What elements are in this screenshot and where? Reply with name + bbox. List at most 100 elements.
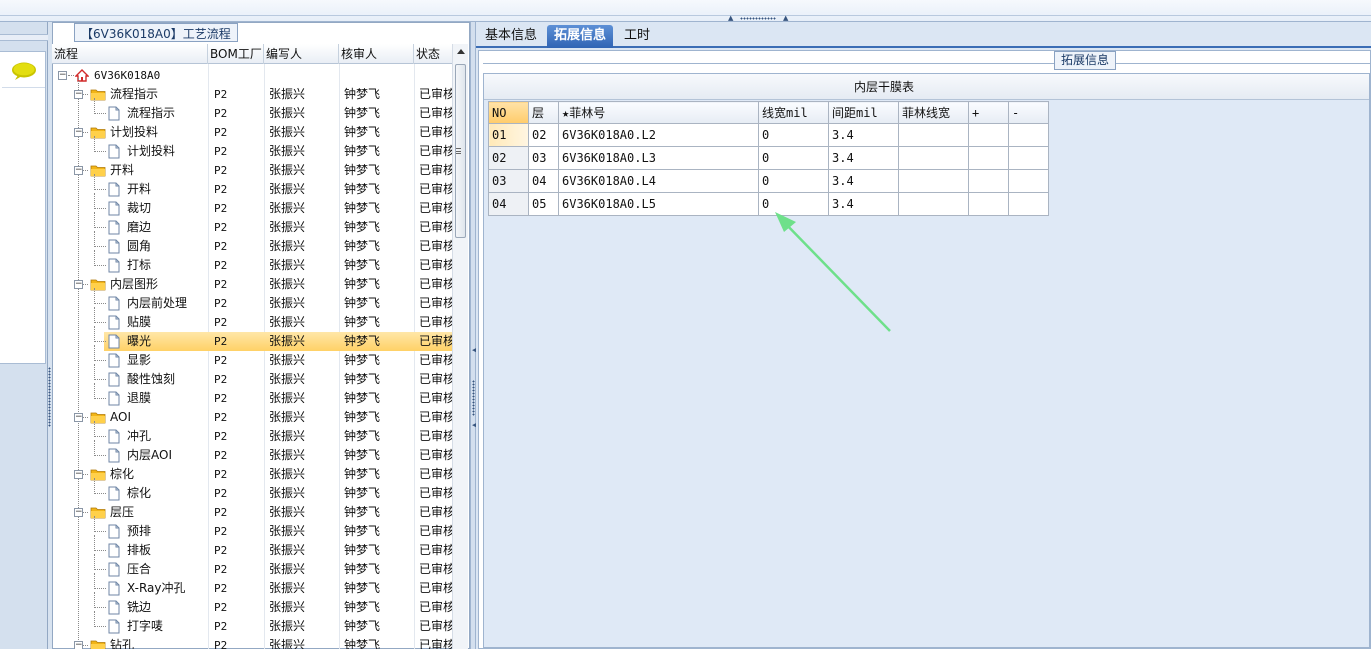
- line-width-cell[interactable]: 0: [758, 192, 829, 216]
- tree-folder-row[interactable]: − 棕化 P2 张振兴 钟梦飞 已审核: [52, 465, 452, 484]
- chat-button[interactable]: [2, 54, 45, 88]
- status-cell: 已审核: [419, 144, 452, 158]
- plus-cell[interactable]: [968, 192, 1009, 216]
- film-number-cell[interactable]: 6V36K018A0.L5: [558, 192, 759, 216]
- minus-cell[interactable]: [1008, 123, 1049, 147]
- tree-folder-row[interactable]: − 钻孔 P2 张振兴 钟梦飞 已审核: [52, 636, 452, 649]
- film-width-cell[interactable]: [898, 146, 969, 170]
- collapse-toggle-icon[interactable]: −: [74, 90, 83, 99]
- film-width-cell[interactable]: [898, 123, 969, 147]
- tree-item-row[interactable]: 排板 P2 张振兴 钟梦飞 已审核: [52, 535, 452, 560]
- tree-item-row[interactable]: X-Ray冲孔 P2 张振兴 钟梦飞 已审核: [52, 573, 452, 598]
- film-width-cell[interactable]: [898, 169, 969, 193]
- tree-item-row[interactable]: 压合 P2 张振兴 钟梦飞 已审核: [52, 554, 452, 579]
- dry-film-row[interactable]: 01 02 6V36K018A0.L2 0 3.4: [488, 123, 1049, 147]
- tree-item-row[interactable]: 棕化 P2 张振兴 钟梦飞 已审核: [52, 478, 452, 503]
- film-width-cell[interactable]: [898, 192, 969, 216]
- tree-folder-row[interactable]: − 层压 P2 张振兴 钟梦飞 已审核: [52, 503, 452, 522]
- layer-cell[interactable]: 02: [528, 123, 559, 147]
- tree-item-row[interactable]: 内层前处理 P2 张振兴 钟梦飞 已审核: [52, 288, 452, 313]
- column-header-minus[interactable]: -: [1008, 101, 1049, 124]
- dry-film-row[interactable]: 02 03 6V36K018A0.L3 0 3.4: [488, 146, 1049, 170]
- collapse-toggle-icon[interactable]: −: [58, 71, 67, 80]
- dry-film-row[interactable]: 03 04 6V36K018A0.L4 0 3.4: [488, 169, 1049, 193]
- process-tree[interactable]: −6V36K018A0− 流程指示 P2 张振兴 钟梦飞 已审核 流程指示 P2 张振兴 钟梦飞已…: [52, 64, 452, 649]
- top-splitter-grip[interactable]: ▲ ▲: [728, 15, 790, 22]
- minus-cell[interactable]: [1008, 169, 1049, 193]
- no-cell[interactable]: 03: [488, 169, 529, 193]
- tree-folder-row[interactable]: − 计划投料 P2 张振兴 钟梦飞 已审核: [52, 123, 452, 142]
- column-header-status[interactable]: 状态: [414, 44, 452, 64]
- tree-item-row[interactable]: 打标 P2 张振兴 钟梦飞 已审核: [52, 250, 452, 275]
- column-header-film-no[interactable]: ★菲林号: [558, 101, 759, 124]
- column-header-layer[interactable]: 层: [528, 101, 559, 124]
- column-header-no[interactable]: NO: [488, 101, 529, 124]
- tree-item-row[interactable]: 预排 P2 张振兴 钟梦飞 已审核: [52, 516, 452, 541]
- no-cell[interactable]: 02: [488, 146, 529, 170]
- plus-cell[interactable]: [968, 123, 1009, 147]
- tree-item-row[interactable]: 裁切 P2 张振兴 钟梦飞 已审核: [52, 193, 452, 218]
- collapse-toggle-icon[interactable]: −: [74, 128, 83, 137]
- minus-cell[interactable]: [1008, 146, 1049, 170]
- tree-folder-row[interactable]: − AOI P2 张振兴 钟梦飞 已审核: [52, 408, 452, 427]
- tree-item-row[interactable]: 贴膜 P2 张振兴 钟梦飞 已审核: [52, 307, 452, 332]
- collapse-toggle-icon[interactable]: −: [74, 470, 83, 479]
- tree-item-row[interactable]: 退膜 P2 张振兴 钟梦飞 已审核: [52, 383, 452, 408]
- scroll-up-arrow-icon[interactable]: [457, 49, 465, 54]
- tab-extension-info[interactable]: 拓展信息: [547, 25, 614, 48]
- tree-item-row[interactable]: 冲孔 P2 张振兴 钟梦飞 已审核: [52, 421, 452, 446]
- bom-cell: P2: [214, 354, 228, 367]
- tree-item-row[interactable]: 打字唛 P2 张振兴 钟梦飞 已审核: [52, 611, 452, 636]
- layer-cell[interactable]: 05: [528, 192, 559, 216]
- folder-icon: [90, 279, 106, 291]
- column-header-reviewer[interactable]: 核审人: [339, 44, 414, 64]
- tree-item-row[interactable]: 显影 P2 张振兴 钟梦飞 已审核: [52, 345, 452, 370]
- column-header-writer[interactable]: 编写人: [264, 44, 339, 64]
- tree-item-row[interactable]: 开料 P2 张振兴 钟梦飞 已审核: [52, 174, 452, 199]
- line-width-cell[interactable]: 0: [758, 169, 829, 193]
- column-header-flow[interactable]: 流程: [52, 44, 208, 64]
- tree-root[interactable]: − 6V36K018A0: [52, 66, 452, 85]
- line-width-cell[interactable]: 0: [758, 146, 829, 170]
- spacing-cell[interactable]: 3.4: [828, 123, 899, 147]
- film-number-cell[interactable]: 6V36K018A0.L3: [558, 146, 759, 170]
- column-header-spacing[interactable]: 间距mil: [828, 101, 899, 124]
- dry-film-row[interactable]: 04 05 6V36K018A0.L5 0 3.4: [488, 192, 1049, 216]
- tree-item-row[interactable]: 酸性蚀刻 P2 张振兴 钟梦飞 已审核: [52, 364, 452, 389]
- tree-folder-row[interactable]: − 流程指示 P2 张振兴 钟梦飞 已审核: [52, 85, 452, 104]
- tree-item-row[interactable]: 流程指示 P2 张振兴 钟梦飞 已审核: [52, 98, 452, 123]
- plus-cell[interactable]: [968, 146, 1009, 170]
- tree-scrollbar[interactable]: [452, 44, 468, 649]
- line-width-cell[interactable]: 0: [758, 123, 829, 147]
- tree-item-row[interactable]: 计划投料 P2 张振兴 钟梦飞 已审核: [52, 136, 452, 161]
- column-header-film-width[interactable]: 菲林线宽: [898, 101, 969, 124]
- collapse-toggle-icon[interactable]: −: [74, 508, 83, 517]
- spacing-cell[interactable]: 3.4: [828, 169, 899, 193]
- spacing-cell[interactable]: 3.4: [828, 146, 899, 170]
- tree-item-row[interactable]: 内层AOI P2 张振兴 钟梦飞 已审核: [52, 440, 452, 465]
- collapse-toggle-icon[interactable]: −: [74, 413, 83, 422]
- plus-cell[interactable]: [968, 169, 1009, 193]
- collapse-toggle-icon[interactable]: −: [74, 641, 83, 649]
- film-number-cell[interactable]: 6V36K018A0.L2: [558, 123, 759, 147]
- tree-folder-row[interactable]: − 开料 P2 张振兴 钟梦飞 已审核: [52, 161, 452, 180]
- tree-item-row[interactable]: 铣边 P2 张振兴 钟梦飞 已审核: [52, 592, 452, 617]
- no-cell[interactable]: 04: [488, 192, 529, 216]
- collapse-toggle-icon[interactable]: −: [74, 280, 83, 289]
- minus-cell[interactable]: [1008, 192, 1049, 216]
- tab-work-hours[interactable]: 工时: [617, 25, 657, 48]
- column-header-bom[interactable]: BOM工厂: [208, 44, 264, 64]
- tab-basic-info[interactable]: 基本信息: [478, 25, 544, 48]
- tree-folder-row[interactable]: − 内层图形 P2 张振兴 钟梦飞 已审核: [52, 275, 452, 294]
- tree-item-row[interactable]: 曝光 P2 张振兴 钟梦飞 已审核: [94, 326, 452, 351]
- layer-cell[interactable]: 03: [528, 146, 559, 170]
- column-header-line-width[interactable]: 线宽mil: [758, 101, 829, 124]
- collapse-toggle-icon[interactable]: −: [74, 166, 83, 175]
- column-header-plus[interactable]: +: [968, 101, 1009, 124]
- tree-item-row[interactable]: 磨边 P2 张振兴 钟梦飞 已审核: [52, 212, 452, 237]
- layer-cell[interactable]: 04: [528, 169, 559, 193]
- tree-item-row[interactable]: 圆角 P2 张振兴 钟梦飞 已审核: [52, 231, 452, 256]
- spacing-cell[interactable]: 3.4: [828, 192, 899, 216]
- film-number-cell[interactable]: 6V36K018A0.L4: [558, 169, 759, 193]
- no-cell[interactable]: 01: [488, 123, 529, 147]
